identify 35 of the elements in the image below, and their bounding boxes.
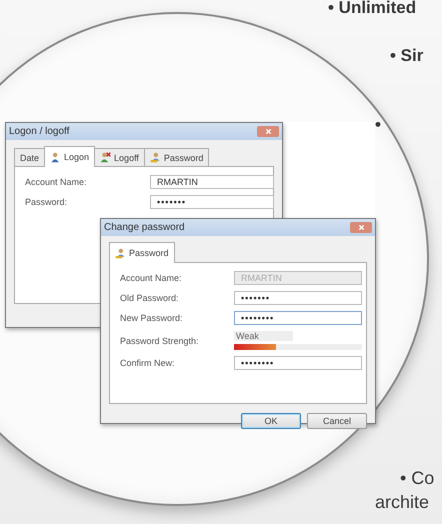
field-label: Account Name: — [120, 273, 183, 283]
close-icon — [358, 224, 364, 231]
field-label: New Password: — [120, 313, 184, 323]
user-key-icon — [115, 248, 126, 258]
close-button[interactable] — [257, 126, 279, 137]
field-label: Password: — [25, 197, 68, 207]
cancel-button[interactable]: Cancel — [307, 413, 367, 429]
tab[interactable]: Logoff — [94, 148, 145, 166]
ok-button[interactable]: OK — [241, 413, 301, 429]
input-field[interactable]: •••••••• — [234, 311, 362, 325]
close-button[interactable] — [350, 222, 372, 233]
bullet-text: • Sir — [390, 46, 424, 66]
user-remove-icon — [100, 152, 112, 163]
bullet-text: • Unlimited — [328, 0, 416, 18]
field-label: Old Password: — [120, 293, 180, 303]
field-label: Confirm New: — [120, 358, 176, 368]
window-title: Logon / logoff — [9, 126, 70, 137]
window-title: Change password — [104, 222, 185, 233]
field-label: Account Name: — [25, 177, 88, 187]
field-label: Password Strength: — [120, 336, 200, 346]
user-icon — [50, 152, 62, 162]
tab[interactable]: Password — [109, 242, 175, 263]
input-field[interactable]: •••••••• — [234, 356, 362, 370]
tab[interactable]: Logon — [44, 146, 96, 167]
close-icon — [264, 128, 272, 135]
tab[interactable]: Password — [144, 148, 210, 166]
bullet-text: archite — [375, 492, 430, 513]
input-field[interactable]: ••••••• — [150, 195, 274, 209]
input-field[interactable]: RMARTIN — [150, 175, 274, 189]
input-field[interactable]: ••••••• — [234, 291, 362, 305]
user-key-icon — [150, 152, 161, 163]
bullet-text: • — [375, 115, 381, 135]
bullet-text: • Co — [400, 468, 434, 489]
strength-reading: Weak — [234, 331, 293, 341]
tab[interactable]: Date — [14, 148, 46, 166]
